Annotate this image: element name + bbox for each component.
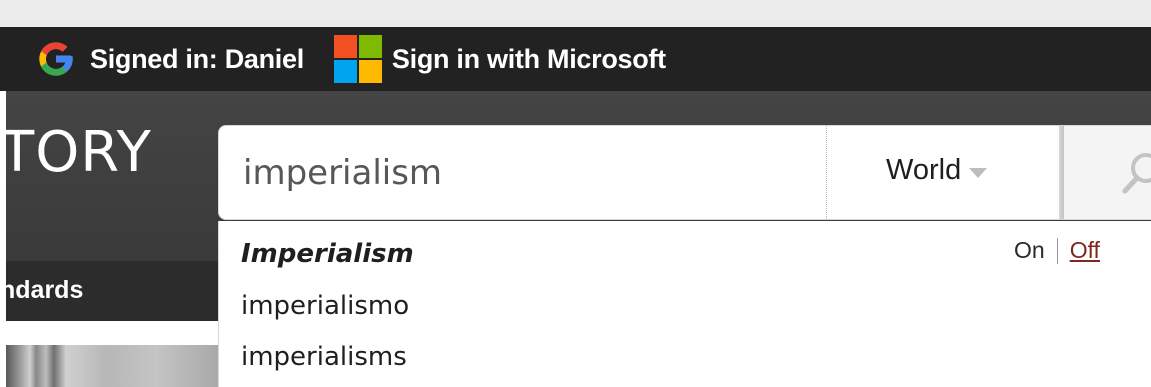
- search-input[interactable]: [243, 148, 803, 198]
- signin-bar: Signed in: Daniel Sign in with Microsoft: [0, 27, 1151, 91]
- microsoft-signin-label: Sign in with Microsoft: [391, 43, 666, 74]
- google-signin-status[interactable]: Signed in: Daniel: [36, 39, 304, 79]
- search-divider: [826, 126, 827, 219]
- nav-item-standards[interactable]: ndards: [0, 276, 83, 305]
- microsoft-logo-icon: [333, 35, 382, 83]
- suggestion-item[interactable]: Imperialism: [241, 239, 414, 269]
- suggestions-toggle: On Off: [1014, 237, 1100, 264]
- page-edge: [0, 91, 6, 387]
- scope-select[interactable]: World: [886, 154, 988, 187]
- chevron-down-icon: [969, 167, 988, 178]
- scope-select-value: World: [886, 154, 962, 186]
- toggle-off-link[interactable]: Off: [1070, 237, 1100, 264]
- search-button[interactable]: [1064, 126, 1151, 219]
- search-box: World: [218, 125, 1151, 220]
- toggle-on-link[interactable]: On: [1014, 237, 1045, 264]
- google-signin-label: Signed in: Daniel: [90, 43, 304, 74]
- browser-top-strip: [0, 0, 1151, 27]
- google-g-icon: [39, 42, 73, 76]
- toggle-separator: [1056, 237, 1058, 264]
- suggestion-dropdown: Imperialism imperialismo imperialisms On…: [218, 221, 1151, 387]
- suggestion-item[interactable]: imperialismo: [241, 291, 409, 321]
- site-brand-text[interactable]: TORY: [0, 120, 152, 185]
- microsoft-signin-button[interactable]: Sign in with Microsoft: [333, 35, 666, 83]
- magnifier-icon: [1122, 153, 1151, 194]
- suggestion-item[interactable]: imperialisms: [241, 342, 407, 372]
- header-photo: [6, 345, 218, 387]
